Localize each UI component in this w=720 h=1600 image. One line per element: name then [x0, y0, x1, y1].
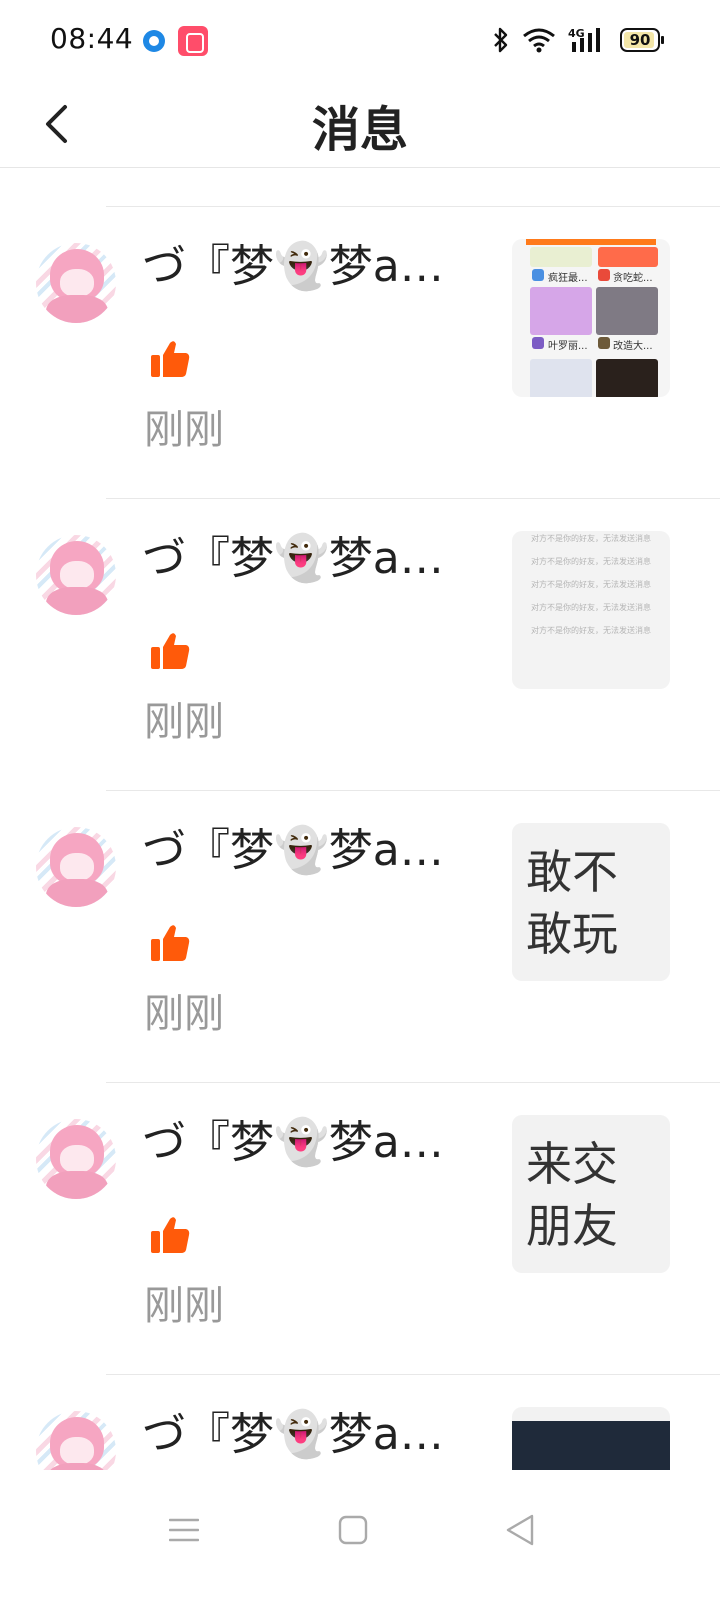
menu-icon — [169, 1518, 199, 1542]
avatar[interactable] — [36, 243, 116, 323]
message-thumbnail[interactable]: 疯狂最... 贪吃蛇... 叶罗丽... 改造大... — [512, 239, 670, 397]
username[interactable]: づ『梦👻梦a… — [142, 529, 462, 589]
thumbs-up-icon — [151, 633, 190, 669]
status-icons: 4G 90 — [492, 24, 664, 56]
username[interactable]: づ『梦👻梦a… — [142, 237, 462, 297]
thumb-text-line: 对方不是你的好友，无法发送消息 — [531, 580, 651, 589]
username[interactable]: づ『梦👻梦a… — [142, 1405, 462, 1465]
username[interactable]: づ『梦👻梦a… — [142, 1113, 462, 1173]
list-item[interactable]: 刚刚 — [0, 169, 720, 207]
message-thumbnail[interactable]: 来交朋友 — [512, 1115, 670, 1273]
app-notification-icon — [143, 30, 165, 52]
message-thumbnail[interactable]: 对方不是你的好友，无法发送消息 对方不是你的好友，无法发送消息 对方不是你的好友… — [512, 531, 670, 689]
status-bar: 08:44 4G 90 — [0, 0, 720, 80]
avatar[interactable] — [36, 1119, 116, 1199]
avatar[interactable] — [36, 535, 116, 615]
thumb-text: 敢不敢玩 — [526, 845, 618, 961]
home-square-icon — [338, 1515, 368, 1545]
header: 消息 — [0, 80, 720, 168]
app-label: 贪吃蛇... — [613, 273, 653, 284]
app-notification-icon — [178, 26, 208, 56]
app-label: 改造大... — [613, 341, 653, 352]
thumb-text-line: 对方不是你的好友，无法发送消息 — [531, 603, 651, 612]
thumbs-up-icon — [151, 925, 190, 961]
list-item[interactable]: づ『梦👻梦a… 刚刚 敢不敢玩 — [0, 791, 720, 1083]
list-item[interactable]: づ『梦👻梦a… 刚刚 来交朋友 — [0, 1083, 720, 1375]
app-label: 疯狂最... — [548, 273, 588, 284]
home-button[interactable] — [323, 1500, 383, 1560]
bluetooth-icon — [494, 27, 508, 53]
thumb-text-line: 对方不是你的好友，无法发送消息 — [531, 534, 651, 543]
username[interactable]: づ『梦👻梦a… — [142, 821, 462, 881]
back-triangle-icon — [506, 1514, 534, 1546]
timestamp: 刚刚 — [144, 699, 224, 745]
list-item[interactable]: づ『梦👻梦a… 刚刚 对方不是你的好友，无法发送消息 对方不是你的好友，无法发送… — [0, 499, 720, 791]
timestamp: 刚刚 — [144, 1283, 224, 1329]
message-thumbnail[interactable]: 敢不敢玩 — [512, 823, 670, 981]
thumb-text-line: 对方不是你的好友，无法发送消息 — [531, 557, 651, 566]
avatar[interactable] — [36, 827, 116, 907]
thumb-text-line: 对方不是你的好友，无法发送消息 — [531, 626, 651, 635]
system-nav-bar — [0, 1470, 720, 1600]
thumbs-up-icon — [151, 1217, 190, 1253]
timestamp: 刚刚 — [144, 991, 224, 1037]
app-label: 叶罗丽... — [548, 341, 588, 352]
list-item[interactable]: づ『梦👻梦a… — [0, 1375, 720, 1470]
recent-apps-button[interactable] — [154, 1500, 214, 1560]
signal-icon: 4G — [568, 27, 600, 52]
list-item[interactable]: づ『梦👻梦a… 刚刚 疯狂最... 贪吃蛇... 叶罗丽... 改造大... — [0, 207, 720, 499]
timestamp: 刚刚 — [144, 407, 224, 453]
battery-level: 90 — [629, 31, 651, 49]
battery-icon: 90 — [620, 28, 664, 52]
status-time: 08:44 — [50, 22, 134, 55]
page-title: 消息 — [311, 102, 408, 158]
system-back-button[interactable] — [490, 1500, 550, 1560]
thumb-text: 来交朋友 — [526, 1137, 618, 1253]
avatar[interactable] — [36, 1411, 116, 1470]
wifi-icon — [523, 28, 555, 53]
message-thumbnail[interactable] — [512, 1407, 670, 1470]
message-list[interactable]: 刚刚 づ『梦👻梦a… 刚刚 疯狂最... 贪吃蛇... — [0, 169, 720, 1470]
thumbs-up-icon — [151, 341, 190, 377]
